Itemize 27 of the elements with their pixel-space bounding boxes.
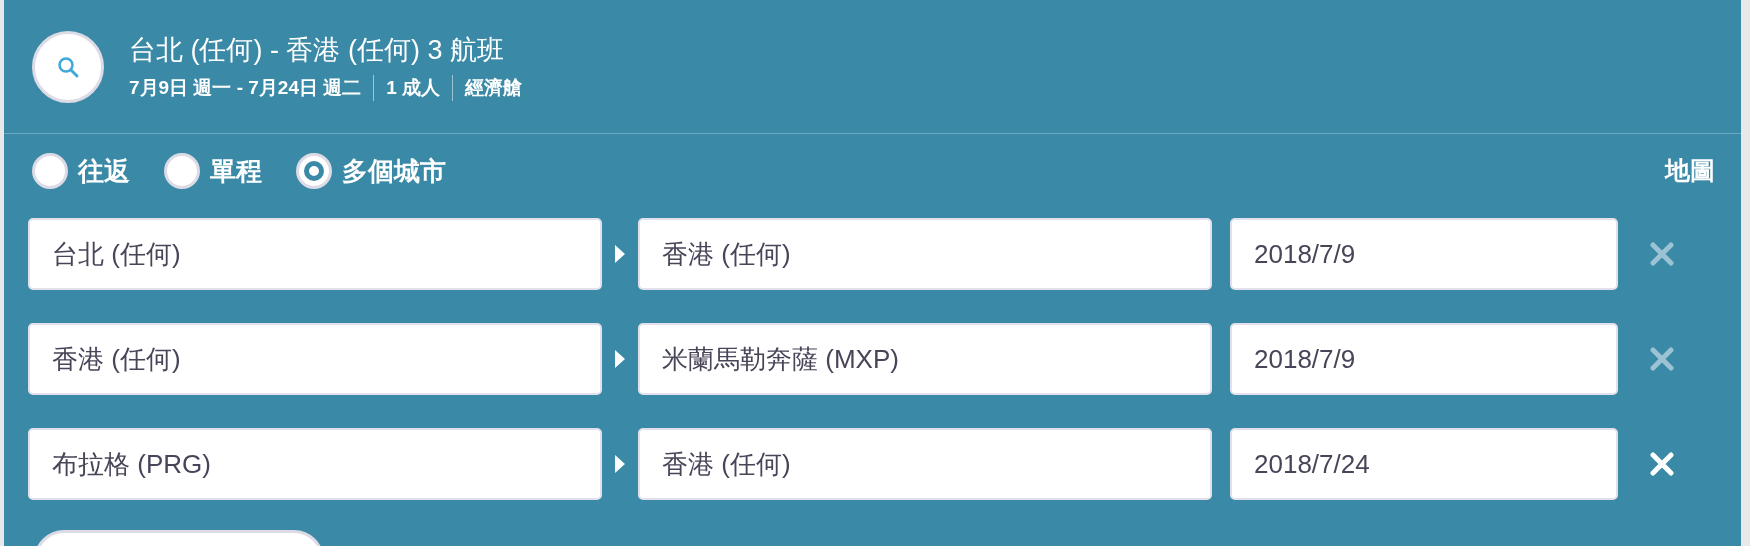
destination-field[interactable]: 香港 (任何) (638, 428, 1212, 500)
origin-field[interactable]: 布拉格 (PRG) (28, 428, 602, 500)
trip-detail: 經濟艙 (452, 74, 535, 101)
radio-button[interactable] (296, 153, 332, 189)
date-field[interactable]: 2018/7/9 (1230, 323, 1618, 395)
trip-detail: 1 成人 (373, 74, 453, 101)
close-icon (1650, 242, 1674, 266)
arrow-icon (614, 244, 626, 264)
arrow-icon (614, 349, 626, 369)
close-icon (1650, 452, 1674, 476)
destination-field[interactable]: 香港 (任何) (638, 218, 1212, 290)
arrow-icon (614, 454, 626, 474)
radio-button[interactable] (32, 153, 68, 189)
radio-label: 往返 (78, 154, 130, 188)
radio-button[interactable] (164, 153, 200, 189)
destination-field[interactable]: 米蘭馬勒奔薩 (MXP) (638, 323, 1212, 395)
radio-label: 多個城市 (342, 154, 446, 188)
date-field[interactable]: 2018/7/24 (1230, 428, 1618, 500)
close-icon (1650, 347, 1674, 371)
search-icon (56, 54, 80, 79)
date-field[interactable]: 2018/7/9 (1230, 218, 1618, 290)
trip-detail: 7月9日 週一 - 7月24日 週二 (129, 75, 363, 100)
radio-label: 單程 (210, 154, 262, 188)
map-link[interactable]: 地圖 (1665, 152, 1715, 190)
origin-field[interactable]: 台北 (任何) (28, 218, 602, 290)
trip-title: 台北 (任何) - 香港 (任何) 3 航班 (129, 33, 505, 67)
origin-field[interactable]: 香港 (任何) (28, 323, 602, 395)
